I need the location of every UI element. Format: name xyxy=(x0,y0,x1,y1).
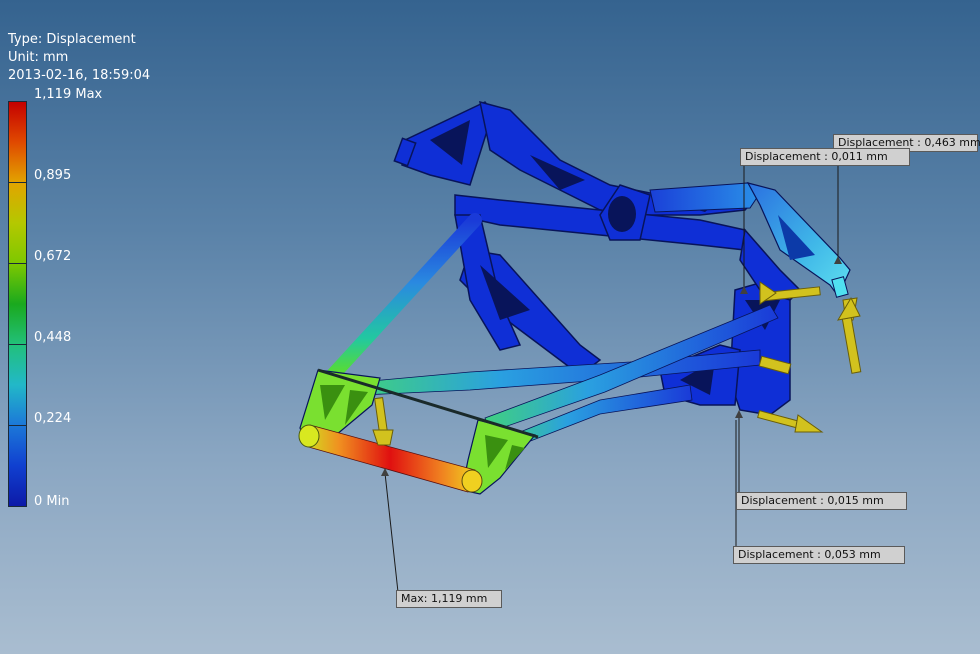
front-bar-right-end xyxy=(461,469,483,493)
probe-label-0015[interactable]: Displacement : 0,015 mm xyxy=(736,492,907,510)
load-arrow-icon xyxy=(372,397,394,446)
load-arrow-icon xyxy=(757,410,824,433)
probe-label-0011[interactable]: Displacement : 0,011 mm xyxy=(740,148,910,166)
load-arrow-icon xyxy=(837,296,862,374)
front-bar-left-end xyxy=(298,424,320,448)
left-diagonal-strut xyxy=(323,213,482,385)
probe-label-0053[interactable]: Displacement : 0,053 mm xyxy=(733,546,905,564)
probe-label-max[interactable]: Max: 1,119 mm xyxy=(396,590,502,608)
